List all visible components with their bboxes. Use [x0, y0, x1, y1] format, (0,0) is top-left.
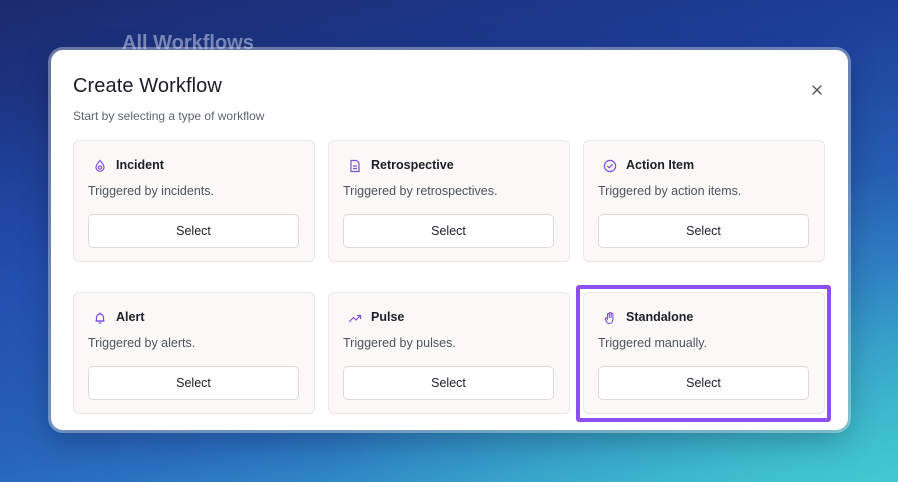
card-description: Triggered by alerts.	[88, 336, 196, 350]
bell-icon	[93, 311, 107, 325]
card-description: Triggered by retrospectives.	[343, 184, 498, 198]
modal-title: Create Workflow	[73, 75, 222, 97]
card-title: Pulse	[371, 310, 405, 324]
workflow-card-pulse: Pulse Triggered by pulses. Select	[328, 292, 570, 414]
workflow-card-alert: Alert Triggered by alerts. Select	[73, 292, 315, 414]
close-icon	[811, 84, 823, 96]
hand-icon	[603, 311, 617, 325]
select-pulse-button[interactable]: Select	[343, 366, 554, 400]
select-standalone-button[interactable]: Select	[598, 366, 809, 400]
select-retrospective-button[interactable]: Select	[343, 214, 554, 248]
workflow-card-standalone: Standalone Triggered manually. Select	[583, 292, 825, 414]
card-description: Triggered by action items.	[598, 184, 742, 198]
card-title: Incident	[116, 158, 164, 172]
workflow-card-incident: Incident Triggered by incidents. Select	[73, 140, 315, 262]
select-action-item-button[interactable]: Select	[598, 214, 809, 248]
document-icon	[348, 159, 362, 173]
select-incident-button[interactable]: Select	[88, 214, 299, 248]
create-workflow-modal: Create Workflow Start by selecting a typ…	[51, 50, 848, 430]
check-circle-icon	[603, 159, 617, 173]
incident-icon	[93, 159, 107, 173]
workflow-card-retrospective: Retrospective Triggered by retrospective…	[328, 140, 570, 262]
select-alert-button[interactable]: Select	[88, 366, 299, 400]
modal-subtitle: Start by selecting a type of workflow	[73, 109, 265, 123]
card-description: Triggered manually.	[598, 336, 708, 350]
card-title: Alert	[116, 310, 145, 324]
trending-up-icon	[348, 311, 362, 325]
card-title: Retrospective	[371, 158, 454, 172]
card-description: Triggered by incidents.	[88, 184, 214, 198]
workflow-card-action-item: Action Item Triggered by action items. S…	[583, 140, 825, 262]
card-description: Triggered by pulses.	[343, 336, 456, 350]
card-title: Standalone	[626, 310, 694, 324]
card-title: Action Item	[626, 158, 695, 172]
close-button[interactable]	[807, 80, 827, 100]
